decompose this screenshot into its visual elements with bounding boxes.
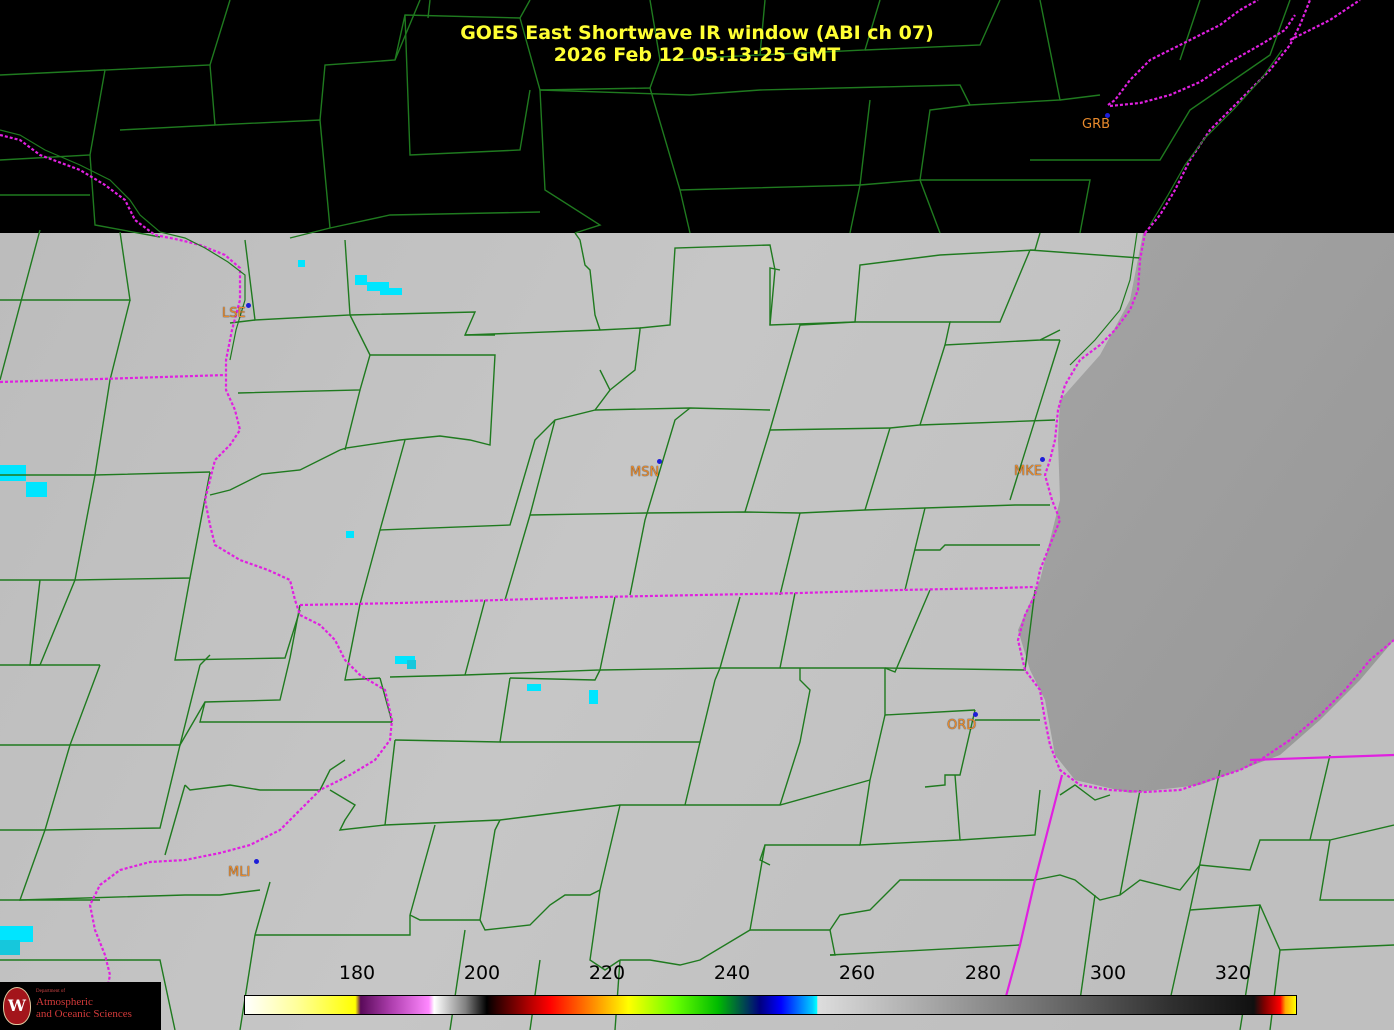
colorbar-tick: 280 [964,962,1002,984]
temperature-colorbar [244,995,1297,1015]
image-title: GOES East Shortwave IR window (ABI ch 07… [460,22,934,44]
colorbar-tick: 300 [1089,962,1127,984]
colorbar-tick: 240 [713,962,751,984]
colorbar-tick: 200 [463,962,501,984]
city-label-mli: MLI [228,865,251,880]
university-seal-icon: W [3,987,31,1025]
city-marker-mli [254,859,259,864]
colorbar-tick: 180 [338,962,376,984]
city-label-lse: LSE [222,306,246,321]
city-label-ord: ORD [947,718,977,733]
logo-dept: Department of [36,989,66,994]
city-label-mke: MKE [1014,464,1042,479]
logo-line1: Atmospheric [36,996,93,1008]
colorbar-tick: 320 [1214,962,1252,984]
image-timestamp: 2026 Feb 12 05:13:25 GMT [553,44,841,66]
aos-logo: W Department of Atmospheric and Oceanic … [0,982,161,1030]
colorbar-tick: 260 [838,962,876,984]
city-marker-lse [246,303,251,308]
logo-line2: and Oceanic Sciences [36,1008,132,1020]
city-marker-msn [657,459,662,464]
city-label-grb: GRB [1082,117,1111,132]
city-marker-ord [973,712,978,717]
satellite-map [0,0,1394,1030]
colorbar-tick: 220 [588,962,626,984]
city-label-msn: MSN [630,465,660,480]
city-marker-mke [1040,457,1045,462]
